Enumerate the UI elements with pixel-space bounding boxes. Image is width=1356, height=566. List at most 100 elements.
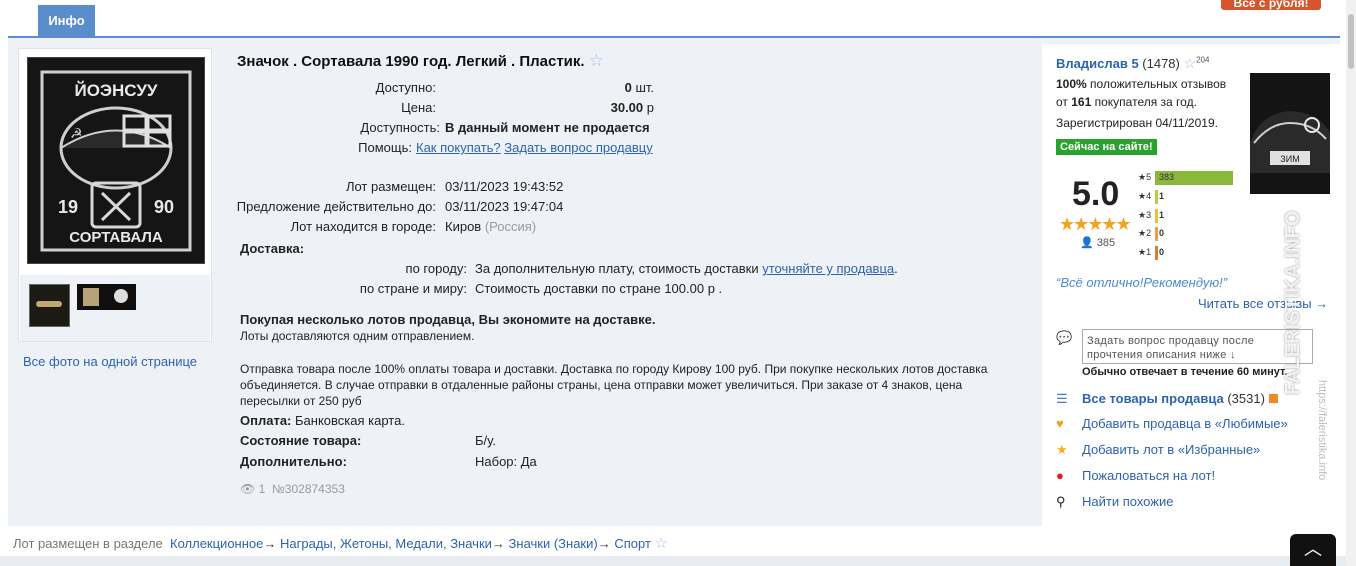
rating-bar-4-star: ★4 — [1138, 191, 1152, 201]
seller-star-icon: ☆ — [1183, 55, 1197, 71]
badge-text-year-right: 90 — [154, 197, 174, 217]
delivery-city-value: За дополнительную плату, стоимость доста… — [475, 261, 898, 276]
rating-score: 5.0 — [1072, 175, 1120, 213]
price-label: Цена: — [401, 100, 436, 115]
available-value: 0 шт. — [520, 80, 654, 95]
rating-bar-3-count: 1 — [1159, 210, 1165, 220]
availability-label: Доступность: — [360, 120, 440, 135]
ask-seller-input[interactable]: Задать вопрос продавцу после прочтения о… — [1082, 329, 1313, 364]
rating-bar-1-star: ★1 — [1138, 247, 1152, 257]
price-currency: р — [643, 100, 654, 115]
rating-bar-2-star: ★2 — [1138, 228, 1152, 238]
city-label: Лот находится в городе: — [290, 219, 436, 234]
rating-bar-4-fill — [1155, 190, 1158, 204]
breadcrumb-item-badges[interactable]: Значки (Знаки) — [509, 536, 598, 551]
delivery-city-text: За дополнительную плату, стоимость доста… — [475, 261, 763, 276]
payment-value: Банковская карта. — [295, 413, 405, 428]
help-label: Помощь: — [358, 140, 412, 155]
rating-stars-icon: ★★★★★ — [1059, 214, 1132, 234]
watermark-url: https://faleristika.info — [1316, 380, 1328, 481]
available-unit: шт. — [631, 80, 654, 95]
price-amount: 30.00 — [610, 100, 644, 115]
thumbnail-1[interactable] — [29, 284, 70, 327]
delivery-country-value: Стоимость доставки по стране 100.00 р . — [475, 281, 723, 296]
search-icon: ⚲ — [1056, 494, 1066, 509]
scrollbar-thumb[interactable] — [1348, 14, 1354, 69]
rating-bar-4-count: 1 — [1159, 191, 1165, 201]
rating-bar-1-fill — [1155, 246, 1158, 260]
seller-name-row: Владислав 5 (1478) ☆204 — [1056, 55, 1209, 72]
city-name: Киров — [445, 219, 482, 234]
scroll-up-icon[interactable]: ︿ — [1290, 534, 1336, 566]
badge-text-city: ЙОЭНСУУ — [74, 81, 157, 100]
lot-main-photo[interactable]: ЙОЭНСУУ ☭ 19 90 СОРТАВАЛА — [27, 57, 205, 264]
delivery-heading: Доставка: — [240, 241, 305, 256]
ask-seller-link[interactable]: Задать вопрос продавцу — [504, 140, 652, 155]
placed-value: 03/11/2023 19:43:52 — [445, 179, 564, 194]
rating-bar-5-count: 383 — [1159, 172, 1175, 182]
breadcrumb: Лот размещен в разделе Коллекционное→ На… — [13, 535, 668, 552]
all-seller-items-link[interactable]: Все товары продавца — [1082, 391, 1224, 406]
add-favorite-seller-link[interactable]: Добавить продавца в «Любимые» — [1082, 416, 1288, 431]
list-icon: ☰ — [1056, 391, 1068, 406]
all-seller-items-row[interactable]: Все товары продавца (3531) — [1082, 391, 1278, 406]
watermark-text: FALERISTIKA.INFO — [1282, 210, 1304, 395]
seller-name-link[interactable]: Владислав 5 — [1056, 56, 1139, 71]
reviews-count: 👤 385 — [1080, 236, 1115, 249]
rating-bar-2-fill — [1155, 227, 1158, 241]
lot-title-text: Значок . Сортавала 1990 год. Легкий . Пл… — [237, 53, 585, 70]
rating-bar-3-star: ★3 — [1138, 210, 1152, 220]
condition-value: Б/у. — [475, 433, 496, 448]
badge-text-town: СОРТАВАЛА — [69, 229, 163, 246]
buyers-count: 161 — [1071, 95, 1092, 109]
multi-lot-heading: Покупая несколько лотов продавца, Вы эко… — [240, 312, 656, 327]
positive-feedback: 100% положительных отзывов — [1056, 77, 1226, 91]
bottom-section-bar — [0, 556, 1346, 566]
subscribe-star-icon[interactable]: ☆ — [655, 535, 668, 552]
delivery-city-label: по городу: — [405, 261, 467, 276]
rating-bar-3-fill — [1155, 209, 1158, 223]
seller-avatar[interactable]: ЗИМ — [1250, 73, 1330, 194]
all-from-ruble-button[interactable]: Все с рубля! — [1221, 0, 1321, 10]
thumbnail-2[interactable] — [77, 284, 136, 310]
tab-info[interactable]: Инфо — [38, 5, 95, 36]
extra-label: Дополнительно: — [240, 454, 347, 469]
rating-bar-5-star: ★5 — [1138, 172, 1152, 182]
complain-link[interactable]: Пожаловаться на лот! — [1082, 468, 1215, 483]
breadcrumb-item-sport[interactable]: Спорт — [614, 536, 651, 551]
lot-number: №302874353 — [271, 482, 345, 496]
rss-icon[interactable] — [1268, 394, 1278, 403]
user-icon: 👤 — [1080, 237, 1094, 249]
find-similar-link[interactable]: Найти похожие — [1082, 494, 1173, 509]
lot-title: Значок . Сортавала 1990 год. Легкий . Пл… — [237, 51, 604, 71]
placed-label: Лот размещен: — [345, 179, 436, 194]
online-status-badge: Сейчас на сайте! — [1056, 139, 1157, 155]
favorite-star-icon[interactable]: ☆ — [589, 51, 604, 70]
extra-value: Набор: Да — [475, 454, 537, 469]
image-gallery: ЙОЭНСУУ ☭ 19 90 СОРТАВАЛА — [18, 48, 212, 342]
multi-lot-text: Лоты доставляются одним отправлением. — [240, 329, 475, 343]
shipping-note: Отправка товара после 100% оплаты товара… — [240, 362, 988, 408]
payment-row: Оплата: Банковская карта. — [240, 413, 405, 428]
eye-icon: 👁 — [240, 482, 256, 496]
breadcrumb-item-awards[interactable]: Награды, Жетоны, Медали, Значки — [280, 536, 492, 551]
city-country: (Россия) — [481, 219, 537, 234]
read-all-reviews-link[interactable]: Читать все отзывы → — [1198, 296, 1328, 311]
badge-text-year-left: 19 — [58, 197, 78, 217]
how-to-buy-link[interactable]: Как покупать? — [416, 140, 501, 155]
star-icon: ★ — [1056, 442, 1068, 457]
thumbnail-strip — [20, 275, 210, 341]
ask-seller-delivery-link[interactable]: уточняйте у продавца — [762, 261, 894, 276]
rating-bar-2-count: 0 — [1159, 228, 1165, 238]
positive-text: положительных отзывов — [1086, 77, 1227, 91]
add-favorite-lot-link[interactable]: Добавить лот в «Избранные» — [1082, 442, 1260, 457]
price-value: 30.00 р — [520, 100, 654, 115]
buyers-row: от 161 покупателя за год. — [1056, 95, 1197, 109]
available-qty: 0 — [624, 80, 632, 95]
reviews-count-value: 385 — [1096, 237, 1116, 249]
all-photos-link[interactable]: Все фото на одной странице — [23, 354, 197, 369]
views-count: 1 — [258, 482, 266, 496]
valid-until-value: 03/11/2023 19:47:04 — [445, 199, 564, 214]
scrollbar[interactable] — [1346, 0, 1356, 566]
breadcrumb-item-collectibles[interactable]: Коллекционное — [170, 536, 263, 551]
